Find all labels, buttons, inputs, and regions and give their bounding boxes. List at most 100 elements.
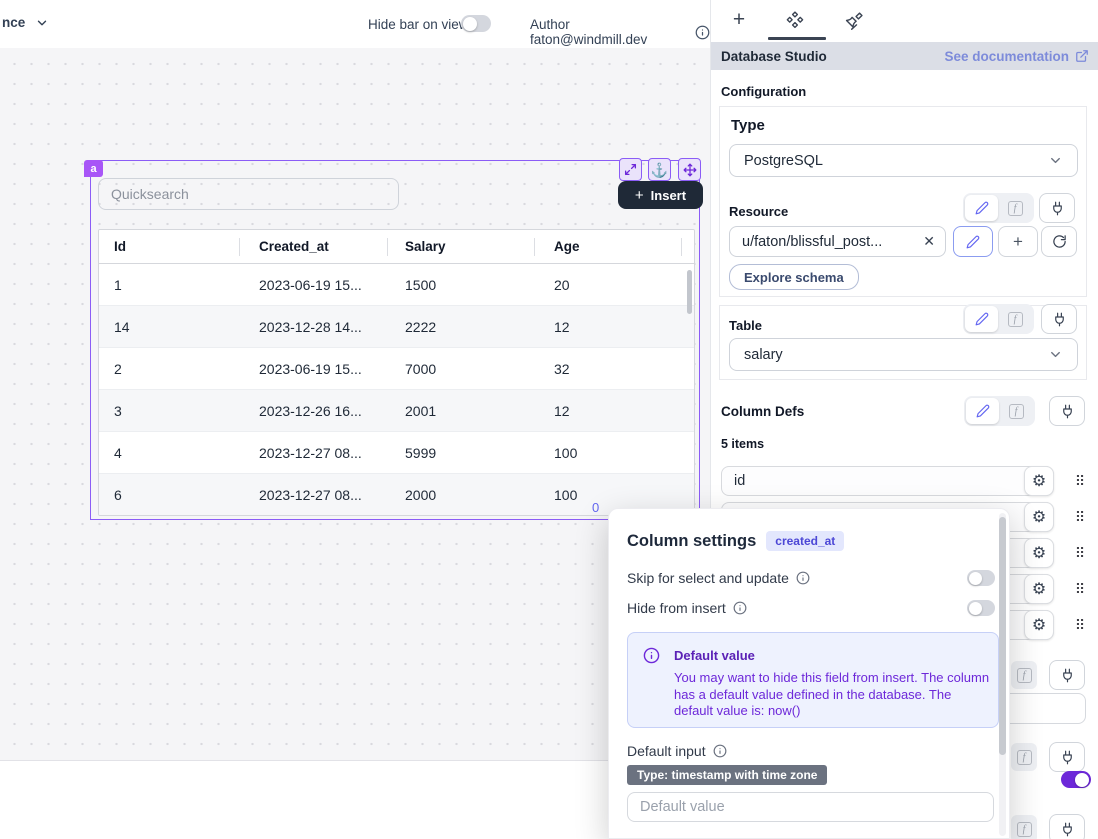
drag-handle-icon[interactable]: ⠿ — [1073, 578, 1087, 600]
editor-canvas[interactable]: a ⚓ + Insert Id — [0, 48, 710, 761]
gear-icon: ⚙ — [1032, 615, 1046, 635]
cell-age: 32 — [554, 361, 570, 377]
anchor-handle-button[interactable]: ⚓ — [648, 158, 671, 181]
config-toggle-on[interactable] — [1061, 771, 1091, 788]
resource-value-input[interactable] — [742, 234, 902, 250]
table-row[interactable]: 3 2023-12-26 16... 2001 12 — [99, 390, 694, 432]
column-separator — [387, 238, 388, 256]
function-icon: f — [1008, 201, 1023, 216]
panel-tab-bar: + — [711, 0, 1098, 40]
static-mode-button[interactable] — [965, 195, 998, 221]
column-header[interactable]: Salary — [405, 239, 446, 254]
author-label-wrap: Author faton@windmill.dev — [530, 17, 710, 47]
column-type-badge: Type: timestamp with time zone — [627, 765, 827, 785]
column-name-input[interactable] — [721, 466, 1054, 496]
connect-column-defs-button[interactable] — [1049, 396, 1085, 426]
modal-scrollbar-thumb[interactable] — [999, 517, 1006, 755]
skip-select-update-label: Skip for select and update — [627, 570, 789, 586]
cell-salary: 1500 — [405, 277, 436, 293]
column-defs-mode-group: f — [964, 396, 1035, 426]
function-icon: f — [1017, 668, 1032, 683]
clear-icon[interactable]: ✕ — [923, 233, 935, 250]
column-settings-button[interactable]: ⚙ — [1024, 574, 1054, 604]
cell-age: 100 — [554, 445, 577, 461]
connect-input-button[interactable] — [1049, 660, 1085, 690]
add-resource-button[interactable]: + — [998, 226, 1038, 257]
type-select[interactable]: PostgreSQL — [729, 144, 1078, 177]
default-value-input[interactable] — [627, 792, 994, 822]
table-select[interactable]: salary — [729, 338, 1078, 371]
expression-mode-button[interactable]: f — [1000, 306, 1030, 332]
cell-created-at: 2023-12-26 16... — [259, 403, 362, 419]
drag-handle-icon[interactable]: ⠿ — [1073, 542, 1087, 564]
pencil-icon — [975, 201, 989, 215]
connect-input-button[interactable] — [1049, 814, 1085, 839]
column-settings-button[interactable]: ⚙ — [1024, 610, 1054, 640]
edit-resource-button[interactable] — [953, 226, 993, 257]
column-settings-button[interactable]: ⚙ — [1024, 502, 1054, 532]
connect-table-button[interactable] — [1041, 304, 1077, 334]
expression-mode-button[interactable]: f — [1011, 661, 1037, 689]
drag-handle-icon[interactable]: ⠿ — [1073, 506, 1087, 528]
expand-handle-button[interactable] — [619, 158, 642, 181]
resource-label: Resource — [729, 204, 788, 219]
column-header[interactable]: Age — [554, 239, 580, 254]
quicksearch-input[interactable] — [98, 178, 399, 210]
expression-mode-button[interactable]: f — [1011, 815, 1037, 839]
tab-add-component[interactable]: + — [727, 8, 751, 32]
column-header[interactable]: Id — [114, 239, 126, 254]
drag-handle-icon[interactable]: ⠿ — [1073, 470, 1087, 492]
table-row[interactable]: 6 2023-12-27 08... 2000 100 — [99, 474, 694, 516]
info-icon[interactable] — [796, 571, 810, 585]
table-row[interactable]: 14 2023-12-28 14... 2222 12 — [99, 306, 694, 348]
see-documentation-link[interactable]: See documentation — [944, 49, 1089, 64]
truncated-dropdown[interactable]: nce — [2, 15, 49, 30]
expression-mode-button[interactable]: f — [1000, 195, 1030, 221]
function-icon: f — [1008, 312, 1023, 327]
column-settings-button[interactable]: ⚙ — [1024, 538, 1054, 568]
maximize-icon — [624, 163, 637, 176]
connect-input-button[interactable] — [1049, 742, 1085, 772]
paintbrush-icon — [845, 11, 864, 30]
active-tab-underline — [768, 37, 826, 40]
info-icon[interactable] — [695, 25, 710, 40]
tab-component-settings[interactable] — [783, 8, 807, 32]
cell-id: 14 — [114, 319, 130, 335]
column-settings-button[interactable]: ⚙ — [1024, 466, 1054, 496]
move-handle-button[interactable] — [678, 158, 701, 181]
plug-icon — [1060, 404, 1075, 419]
type-select-value: PostgreSQL — [744, 153, 823, 169]
static-mode-button[interactable] — [965, 306, 998, 332]
skip-select-update-toggle[interactable] — [967, 570, 995, 586]
type-label: Type — [731, 117, 765, 134]
expression-mode-button[interactable]: f — [1001, 398, 1031, 424]
resource-value-field[interactable]: ✕ — [729, 226, 946, 257]
connect-resource-button[interactable] — [1039, 193, 1075, 223]
refresh-icon — [1052, 234, 1067, 249]
table-row[interactable]: 2 2023-06-19 15... 7000 32 — [99, 348, 694, 390]
table-row[interactable]: 4 2023-12-27 08... 5999 100 — [99, 432, 694, 474]
data-table: Id Created_at Salary Age 1 2023-06-19 15… — [98, 229, 695, 516]
table-scrollbar[interactable] — [687, 270, 692, 314]
static-mode-button[interactable] — [966, 398, 999, 424]
table-row[interactable]: 1 2023-06-19 15... 1500 20 — [99, 264, 694, 306]
drag-handle-icon[interactable]: ⠿ — [1073, 614, 1087, 636]
expression-mode-button[interactable]: f — [1011, 743, 1037, 771]
hide-from-insert-toggle[interactable] — [967, 600, 995, 616]
tab-styling[interactable] — [842, 8, 866, 32]
gear-icon: ⚙ — [1032, 471, 1046, 491]
column-header[interactable]: Created_at — [259, 239, 329, 254]
info-icon[interactable] — [733, 601, 747, 615]
info-icon[interactable] — [713, 744, 727, 758]
database-studio-component[interactable]: a ⚓ + Insert Id — [90, 160, 700, 520]
hide-bar-toggle[interactable] — [461, 15, 491, 32]
cell-id: 2 — [114, 361, 122, 377]
cell-salary: 7000 — [405, 361, 436, 377]
table-label: Table — [729, 318, 762, 333]
insert-button[interactable]: + Insert — [618, 181, 703, 209]
doc-link-label: See documentation — [944, 49, 1069, 64]
table-header-row: Id Created_at Salary Age — [99, 230, 694, 264]
explore-schema-button[interactable]: Explore schema — [729, 264, 859, 290]
refresh-resource-button[interactable] — [1041, 226, 1077, 257]
hide-from-insert-row: Hide from insert — [627, 600, 747, 616]
